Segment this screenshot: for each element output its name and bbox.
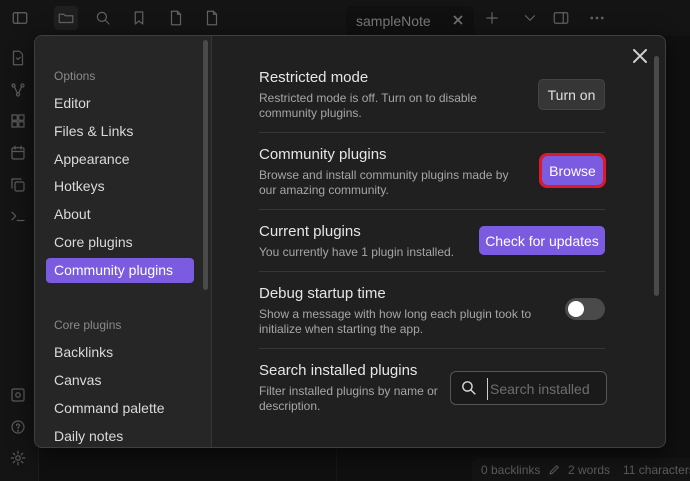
setting-debug-startup-time: Debug startup time Show a message with h… [259, 285, 539, 337]
divider [259, 348, 605, 349]
setting-search-installed-plugins: Search installed plugins Filter installe… [259, 362, 439, 414]
setting-name: Debug startup time [259, 285, 386, 302]
content-scrollbar[interactable] [654, 56, 659, 296]
close-button[interactable] [629, 45, 651, 67]
debug-startup-toggle[interactable] [565, 298, 605, 320]
setting-current-plugins: Current plugins You currently have 1 plu… [259, 223, 479, 260]
setting-description: You currently have 1 plugin installed. [259, 245, 455, 259]
sidebar-item-appearance[interactable]: Appearance [46, 147, 194, 172]
search-installed-box [450, 371, 607, 405]
setting-description: Filter installed plugins by name or desc… [259, 384, 438, 413]
sidebar-scrollbar[interactable] [203, 40, 208, 290]
sidebar-heading-options: Options [54, 69, 96, 83]
sidebar-item-backlinks[interactable]: Backlinks [46, 340, 194, 365]
divider [259, 271, 605, 272]
setting-community-plugins: Community plugins Browse and install com… [259, 146, 519, 198]
setting-description: Restricted mode is off. Turn on to disab… [259, 91, 477, 120]
setting-description: Show a message with how long each plugin… [259, 307, 532, 336]
sidebar-item-community-plugins[interactable]: Community plugins [46, 258, 194, 283]
setting-restricted-mode: Restricted mode Restricted mode is off. … [259, 69, 519, 121]
divider [259, 209, 605, 210]
setting-name: Current plugins [259, 223, 361, 240]
close-icon [633, 49, 647, 63]
sidebar-item-files-links[interactable]: Files & Links [46, 119, 194, 144]
browse-button[interactable]: Browse [539, 153, 606, 188]
sidebar-item-canvas[interactable]: Canvas [46, 368, 194, 393]
toggle-knob [568, 301, 584, 317]
setting-name: Restricted mode [259, 69, 369, 86]
settings-modal: Options Editor Files & Links Appearance … [34, 35, 666, 448]
sidebar-item-editor[interactable]: Editor [46, 91, 194, 116]
setting-description: Browse and install community plugins mad… [259, 168, 509, 197]
setting-name: Community plugins [259, 146, 387, 163]
sidebar-item-daily-notes[interactable]: Daily notes [46, 424, 194, 447]
sidebar-item-core-plugins[interactable]: Core plugins [46, 230, 194, 255]
settings-content: Restricted mode Restricted mode is off. … [212, 36, 665, 447]
sidebar-item-command-palette[interactable]: Command palette [46, 396, 194, 421]
sidebar-item-about[interactable]: About [46, 202, 194, 227]
turn-on-button[interactable]: Turn on [538, 79, 605, 110]
check-for-updates-button[interactable]: Check for updates [479, 226, 605, 255]
search-installed-input[interactable] [487, 378, 604, 400]
setting-name: Search installed plugins [259, 362, 418, 379]
search-icon [460, 379, 478, 397]
settings-sidebar: Options Editor Files & Links Appearance … [35, 36, 212, 447]
sidebar-item-hotkeys[interactable]: Hotkeys [46, 174, 194, 199]
divider [259, 132, 605, 133]
sidebar-heading-core-plugins: Core plugins [54, 318, 122, 332]
